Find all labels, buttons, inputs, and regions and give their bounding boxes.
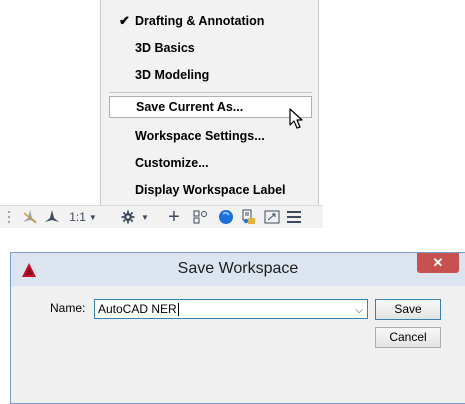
name-input-value[interactable]: AutoCAD NER	[98, 302, 177, 316]
name-label: Name:	[50, 301, 86, 315]
annotation-visibility-icon[interactable]	[20, 208, 40, 226]
menu-item-label: Save Current As...	[136, 100, 244, 114]
menu-item-workspace-settings[interactable]: Workspace Settings...	[109, 125, 312, 147]
menu-item-customize[interactable]: Customize...	[109, 152, 312, 174]
units-icon[interactable]	[190, 208, 210, 226]
chevron-down-icon[interactable]: ⌵	[355, 302, 363, 320]
chevron-down-icon: ▼	[88, 212, 97, 222]
annotation-scale-dropdown[interactable]: 1:1 ▼	[66, 208, 100, 226]
menu-item-label: Drafting & Annotation	[135, 14, 265, 28]
menu-item-label: Customize...	[135, 156, 209, 170]
save-workspace-dialog: Save Workspace ✕ Name: AutoCAD NER ⌵ Sav…	[10, 252, 465, 404]
menu-item-label: Display Workspace Label	[135, 183, 286, 197]
close-icon: ✕	[432, 255, 444, 270]
cancel-button[interactable]: Cancel	[375, 327, 441, 348]
text-caret	[177, 303, 179, 317]
dialog-titlebar[interactable]: Save Workspace ✕	[11, 253, 465, 286]
add-icon[interactable]: +	[164, 206, 184, 228]
save-button[interactable]: Save	[375, 299, 441, 320]
annotation-autoscale-icon[interactable]	[42, 208, 62, 226]
dialog-body: Name: AutoCAD NER ⌵ Save Cancel	[15, 286, 461, 399]
menu-item-save-current-as[interactable]: Save Current As...	[109, 96, 312, 118]
name-combobox[interactable]: AutoCAD NER ⌵	[94, 299, 368, 319]
gear-icon	[121, 210, 135, 224]
menu-item-label: 3D Basics	[135, 41, 195, 55]
menu-item-drafting-annotation[interactable]: ✔ Drafting & Annotation	[109, 10, 312, 32]
status-toolbar: 1:1 ▼ ▼ +	[0, 205, 323, 228]
mouse-cursor-icon	[289, 108, 303, 129]
menu-separator	[109, 92, 312, 93]
lock-ui-icon[interactable]	[238, 208, 258, 226]
close-button[interactable]: ✕	[417, 253, 459, 273]
hamburger-menu-icon[interactable]	[284, 208, 304, 226]
menu-item-3d-modeling[interactable]: 3D Modeling	[109, 64, 312, 86]
menu-item-label: Workspace Settings...	[135, 129, 265, 143]
checkmark-icon: ✔	[119, 13, 130, 28]
menu-item-label: 3D Modeling	[135, 68, 210, 82]
annotation-scale-value: 1:1	[69, 210, 86, 224]
workspace-menu: ✔ Drafting & Annotation 3D Basics 3D Mod…	[100, 0, 319, 207]
menu-item-display-workspace-label[interactable]: Display Workspace Label	[109, 179, 312, 201]
workspace-switch-button[interactable]: ▼	[118, 208, 152, 226]
menu-item-3d-basics[interactable]: 3D Basics	[109, 37, 312, 59]
fullscreen-icon[interactable]	[262, 208, 282, 226]
chevron-down-icon: ▼	[141, 212, 149, 222]
dialog-title: Save Workspace	[177, 260, 299, 277]
quick-properties-icon[interactable]	[216, 208, 236, 226]
toolbar-grip[interactable]	[4, 208, 14, 226]
